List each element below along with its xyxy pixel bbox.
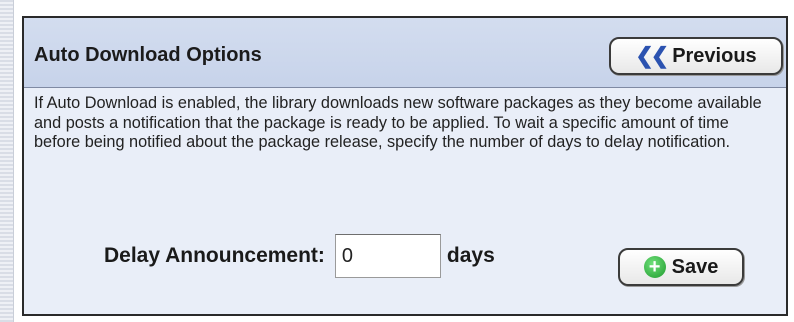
description-text: If Auto Download is enabled, the library…	[34, 94, 762, 151]
auto-download-panel: Auto Download Options ❮❮ Previous If Aut…	[22, 16, 788, 316]
save-button[interactable]: + Save	[618, 248, 744, 286]
previous-button[interactable]: ❮❮ Previous	[609, 37, 783, 75]
plus-circle-icon: +	[643, 256, 666, 278]
panel-header: Auto Download Options ❮❮ Previous	[24, 18, 786, 88]
save-button-label: Save	[671, 255, 719, 278]
top-rule	[14, 0, 794, 10]
delay-announcement-label: Delay Announcement:	[104, 244, 325, 267]
previous-button-label: Previous	[672, 44, 757, 67]
days-unit-label: days	[446, 244, 495, 267]
left-rail	[0, 0, 14, 322]
delay-days-input[interactable]	[334, 234, 441, 278]
delay-row: Delay Announcement: days	[104, 234, 495, 278]
double-chevron-left-icon: ❮❮	[635, 43, 669, 68]
panel-title: Auto Download Options	[34, 44, 262, 66]
